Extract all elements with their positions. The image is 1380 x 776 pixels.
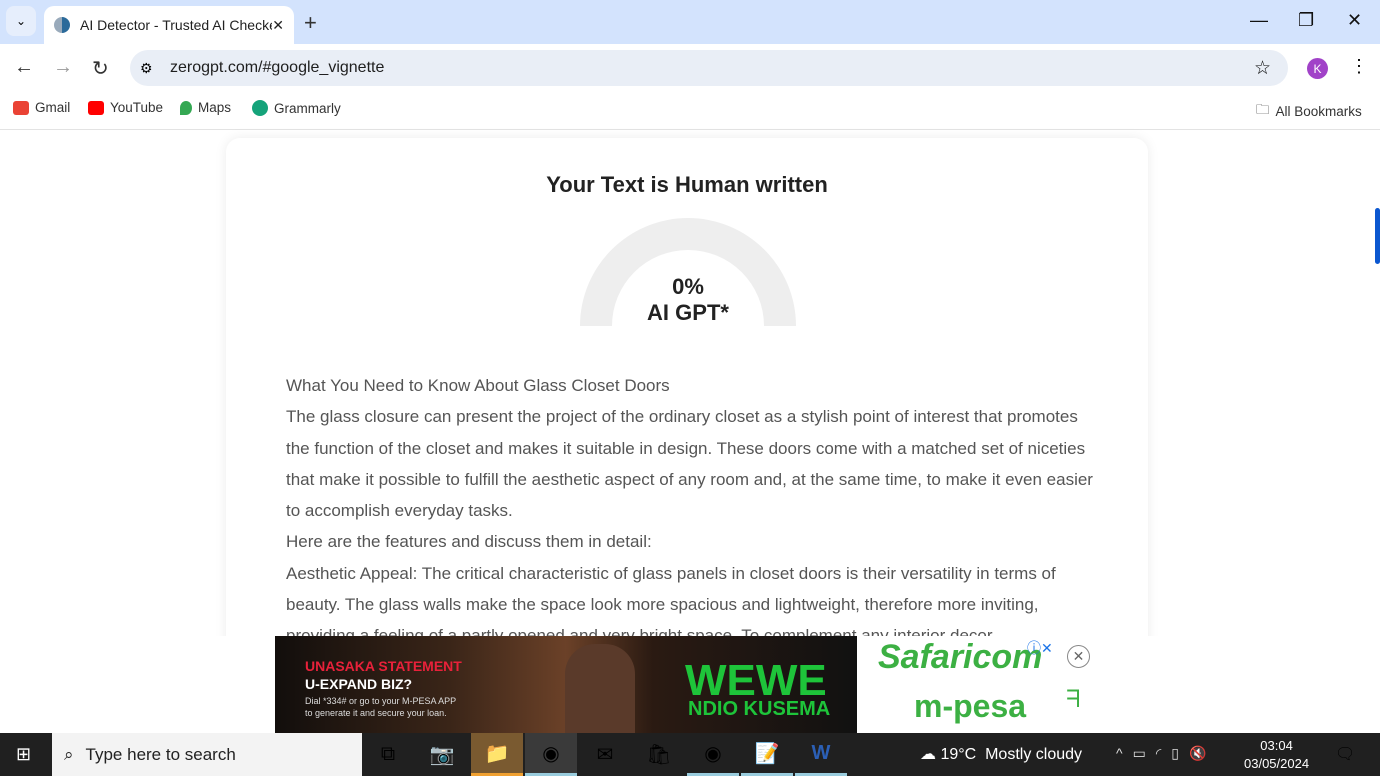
ad-slogan: NDIO KUSEMA xyxy=(688,698,831,720)
tab-active[interactable]: AI Detector - Trusted AI Checker ✕ xyxy=(44,6,294,44)
camera-icon[interactable]: 📷 xyxy=(416,733,468,776)
bookmark-label: Grammarly xyxy=(274,100,341,116)
site-settings-icon[interactable]: ⚙ xyxy=(140,60,153,77)
ad-text: U-EXPAND BIZ? xyxy=(305,676,413,692)
folder-icon: 🗀 xyxy=(1256,102,1270,117)
tab-search-button[interactable]: ⌄ xyxy=(6,6,36,36)
bookmark-star-icon[interactable]: ☆ xyxy=(1254,57,1271,80)
bookmark-label: Gmail xyxy=(35,100,71,115)
ad-person xyxy=(565,644,635,733)
url-text: zerogpt.com/#google_vignette xyxy=(170,59,385,76)
ad-text: Dial *334# or go to your M-PESA APP xyxy=(305,696,457,706)
weather-widget[interactable]: ☁ 19°C Mostly cloudy xyxy=(920,744,1082,764)
bookmark-grammarly[interactable]: Grammarly xyxy=(252,100,341,116)
bookmark-youtube[interactable]: YouTube xyxy=(88,100,163,115)
forward-button[interactable]: → xyxy=(53,56,73,79)
text-heading: What You Need to Know About Glass Closet… xyxy=(286,376,670,395)
weather-text: Mostly cloudy xyxy=(985,746,1083,763)
bookmark-label: YouTube xyxy=(110,100,164,115)
result-title: Your Text is Human written xyxy=(546,172,828,197)
minimize-button[interactable]: — xyxy=(1250,10,1268,31)
all-bookmarks-button[interactable]: 🗀 All Bookmarks xyxy=(1256,100,1362,123)
battery-icon: ▭ xyxy=(1132,745,1156,761)
ad-info-icon[interactable]: ⓘ✕ xyxy=(1027,638,1053,658)
text-paragraph: The glass closure can present the projec… xyxy=(286,407,1093,521)
youtube-icon xyxy=(88,100,104,115)
analyzed-text: What You Need to Know About Glass Closet… xyxy=(286,370,1106,652)
device-icon: ▯ xyxy=(1171,745,1189,761)
close-ad-button[interactable]: ✕ xyxy=(1067,645,1090,668)
clock[interactable]: 03:04 03/05/2024 xyxy=(1244,737,1309,773)
store-icon[interactable]: 🛍 xyxy=(633,733,685,776)
scrollbar-thumb[interactable] xyxy=(1375,208,1380,264)
freestar-icon: ᖷ xyxy=(1066,686,1081,713)
chrome-profile-k-icon[interactable]: ◉ xyxy=(525,733,577,776)
time: 03:04 xyxy=(1260,738,1293,753)
back-button[interactable]: ← xyxy=(14,56,34,79)
ai-percentage: 0% xyxy=(672,274,704,299)
file-explorer-icon[interactable]: 📁 xyxy=(471,733,523,776)
notifications-icon[interactable]: 🗨 xyxy=(1335,744,1355,764)
menu-icon[interactable]: ⋮ xyxy=(1350,56,1368,77)
mpesa-logo: m-pesa xyxy=(914,688,1027,724)
search-placeholder: Type here to search xyxy=(85,744,236,764)
bookmark-maps[interactable]: Maps xyxy=(180,100,231,115)
search-icon: ⌕ xyxy=(64,744,74,764)
chrome-profile-b-icon[interactable]: ◉ xyxy=(687,733,739,776)
restore-button[interactable]: ❐ xyxy=(1298,10,1314,31)
gmail-icon xyxy=(13,100,29,115)
bookmark-gmail[interactable]: Gmail xyxy=(13,100,70,115)
wifi-icon: ◜ xyxy=(1155,745,1172,761)
mail-icon[interactable]: ✉ xyxy=(579,733,631,776)
grammarly-icon xyxy=(252,100,268,116)
date: 03/05/2024 xyxy=(1244,756,1310,771)
taskbar-search[interactable]: ⌕ Type here to search xyxy=(52,733,362,776)
close-tab-icon[interactable]: ✕ xyxy=(272,17,284,34)
address-bar[interactable]: zerogpt.com/#google_vignette xyxy=(130,50,1288,86)
chevron-up-icon: ^ xyxy=(1116,745,1133,761)
system-tray[interactable]: ^▭◜▯🔇 xyxy=(1116,745,1216,762)
profile-avatar[interactable]: K xyxy=(1307,58,1328,79)
maps-icon xyxy=(180,100,192,115)
bookmark-label: All Bookmarks xyxy=(1275,104,1362,119)
text-paragraph: Here are the features and discuss them i… xyxy=(286,532,652,552)
ad-text: to generate it and secure your loan. xyxy=(305,708,447,718)
bookmark-label: Maps xyxy=(198,100,232,115)
site-favicon-icon xyxy=(54,17,70,33)
safaricom-logo: Safaricom xyxy=(878,638,1043,676)
word-icon[interactable]: W xyxy=(795,733,847,776)
reload-button[interactable]: ↻ xyxy=(92,56,109,81)
tab-title: AI Detector - Trusted AI Checker xyxy=(80,17,273,33)
notepad-icon[interactable]: 📝 xyxy=(741,733,793,776)
close-window-button[interactable]: ✕ xyxy=(1347,10,1362,31)
windows-start-icon[interactable]: ⊞ xyxy=(16,744,31,765)
ad-image[interactable]: UNASAKA STATEMENT U-EXPAND BIZ? Dial *33… xyxy=(275,636,857,733)
new-tab-button[interactable]: + xyxy=(304,10,317,36)
cloudy-icon: ☁ xyxy=(920,746,936,763)
ai-label: AI GPT* xyxy=(647,300,729,325)
ad-text: UNASAKA STATEMENT xyxy=(305,658,462,674)
task-view-icon[interactable]: ⧉ xyxy=(362,733,414,776)
temperature: 19°C xyxy=(940,746,977,763)
volume-muted-icon: 🔇 xyxy=(1188,745,1217,761)
gauge-readout: 0% AI GPT* xyxy=(580,274,796,326)
